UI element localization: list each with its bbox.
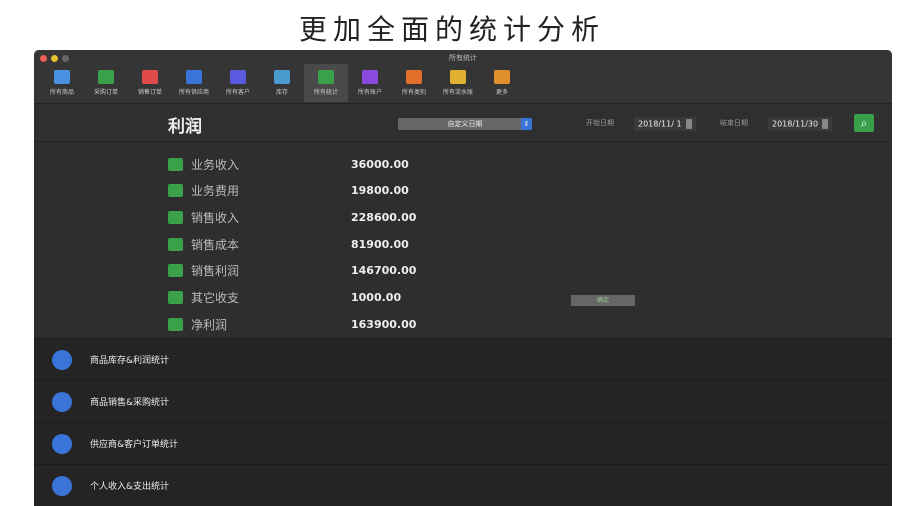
toolbar-item[interactable]: 所有类别	[392, 64, 436, 102]
toolbar-item[interactable]: 所有账户	[348, 64, 392, 102]
row-label: 业务收入	[191, 157, 240, 172]
toolbar-item[interactable]: 库存	[260, 64, 304, 102]
toolbar-label: 库存	[275, 89, 288, 96]
start-date-stepper[interactable]	[685, 119, 692, 129]
toolbar-icon	[362, 70, 378, 84]
pie-chart-icon	[52, 475, 72, 496]
toolbar-item[interactable]: 所有供应商	[172, 64, 216, 102]
nav-label: 商品销售&采购统计	[90, 398, 170, 408]
window-title: 所有统计	[449, 54, 477, 62]
toolbar-label: 所有类别	[401, 89, 426, 96]
start-date-value: 2018/11/ 1	[638, 119, 682, 129]
toolbar-icon	[230, 70, 246, 84]
profit-rows: 业务收入 36000.00 业务费用 19800.00 销售收入 228600.00 销售成…	[34, 142, 892, 338]
search-button[interactable]: ⌕	[854, 114, 874, 132]
money-icon	[168, 264, 183, 278]
page-header: 利润 自定义日期 ⇕ 开始日期 2018/11/ 1 结束日期 2018/11/3…	[34, 104, 892, 142]
profit-row: 其它收支 1000.00	[168, 286, 401, 310]
profit-row: 净利润 163900.00	[168, 312, 416, 336]
row-label: 销售收入	[191, 210, 240, 225]
nav-item[interactable]: 供应商&客户订单统计	[34, 422, 892, 464]
toolbar-item[interactable]: 采购订单	[84, 64, 128, 102]
toolbar-label: 所有供应商	[178, 89, 209, 96]
money-icon	[168, 210, 183, 224]
pie-chart-icon	[52, 433, 72, 454]
row-value: 1000.00	[351, 291, 402, 304]
toolbar-label: 所有客户	[225, 89, 250, 96]
toolbar-icon	[142, 70, 158, 84]
nav-item[interactable]: 个人收入&支出统计	[34, 464, 892, 506]
row-value: 36000.00	[351, 157, 409, 171]
toolbar-item[interactable]: 所有流水账	[436, 64, 480, 102]
toolbar-label: 所有流水账	[442, 89, 473, 96]
toolbar-icon	[274, 70, 290, 84]
end-date-value: 2018/11/30	[772, 119, 819, 129]
money-icon	[168, 237, 183, 251]
bar-chart-icon	[52, 349, 72, 370]
toolbar-label: 销售订单	[137, 89, 162, 96]
titlebar: 所有统计 所有商品 采购订单 销售订单 所有供应商 所有客户 库存 所有统计 所有账户 所有类别…	[34, 50, 892, 104]
money-icon	[168, 317, 183, 331]
row-value: 228600.00	[351, 210, 417, 224]
toolbar-icon	[450, 70, 466, 84]
toolbar-icon	[318, 70, 334, 84]
money-icon	[168, 291, 183, 304]
chevron-updown-icon: ⇕	[521, 118, 532, 130]
nav-label: 个人收入&支出统计	[90, 482, 170, 492]
profit-row: 业务收入 36000.00	[168, 152, 409, 176]
toolbar-label: 所有统计	[313, 89, 338, 96]
start-date-label: 开始日期	[586, 119, 614, 127]
toolbar-label: 采购订单	[93, 89, 118, 96]
profit-row: 业务费用 19800.00	[168, 179, 409, 203]
nav-item[interactable]: 商品库存&利润统计	[34, 338, 892, 380]
toolbar-icon	[186, 70, 202, 84]
row-value: 163900.00	[351, 317, 417, 331]
start-date-field[interactable]: 2018/11/ 1	[634, 117, 696, 131]
app-window: 所有统计 所有商品 采购订单 销售订单 所有供应商 所有客户 库存 所有统计 所有账户 所有类别…	[34, 50, 892, 506]
profit-row: 销售利润 146700.00	[168, 259, 416, 283]
nav-item[interactable]: 商品销售&采购统计	[34, 380, 892, 422]
toolbar-icon	[406, 70, 422, 84]
toolbar-icon	[98, 70, 114, 84]
pie-chart-icon	[52, 391, 72, 412]
toolbar-label: 所有账户	[357, 89, 382, 96]
end-date-stepper[interactable]	[822, 119, 829, 129]
date-range-value: 自定义日期	[447, 120, 483, 128]
money-icon	[168, 157, 183, 171]
end-date-label: 结束日期	[720, 119, 748, 127]
toolbar-item[interactable]: 所有统计	[304, 64, 348, 102]
headline: 更加全面的统计分析	[298, 13, 605, 46]
row-label: 净利润	[191, 317, 228, 332]
page-title: 利润	[168, 117, 202, 137]
toolbar: 所有商品 采购订单 销售订单 所有供应商 所有客户 库存 所有统计 所有账户 所有类别 所有流水账…	[40, 64, 524, 102]
toolbar-item[interactable]: 所有商品	[40, 64, 84, 102]
toolbar-label: 所有商品	[49, 89, 74, 96]
profit-row: 销售收入 228600.00	[168, 205, 416, 229]
date-range-select[interactable]: 自定义日期 ⇕	[398, 118, 532, 130]
row-value: 146700.00	[351, 264, 417, 278]
search-icon: ⌕	[860, 116, 868, 130]
toolbar-item[interactable]: 更多	[480, 64, 524, 102]
row-value: 19800.00	[351, 184, 409, 198]
stats-nav: 商品库存&利润统计 商品销售&采购统计 供应商&客户订单统计 个人收入&支出统计	[34, 338, 892, 506]
toolbar-item[interactable]: 销售订单	[128, 64, 172, 102]
profit-row: 销售成本 81900.00	[168, 232, 409, 256]
toolbar-icon	[494, 70, 510, 84]
toolbar-item[interactable]: 所有客户	[216, 64, 260, 102]
end-date-field[interactable]: 2018/11/30	[768, 117, 833, 131]
confirm-button[interactable]: 确定	[571, 295, 635, 306]
row-value: 81900.00	[351, 237, 409, 251]
nav-label: 商品库存&利润统计	[90, 356, 170, 366]
nav-label: 供应商&客户订单统计	[90, 440, 179, 450]
row-label: 销售成本	[191, 237, 240, 252]
money-icon	[168, 184, 183, 198]
row-label: 销售利润	[191, 264, 240, 279]
row-label: 其它收支	[191, 291, 240, 305]
toolbar-icon	[54, 70, 70, 84]
row-label: 业务费用	[191, 184, 240, 199]
toolbar-label: 更多	[495, 89, 508, 96]
